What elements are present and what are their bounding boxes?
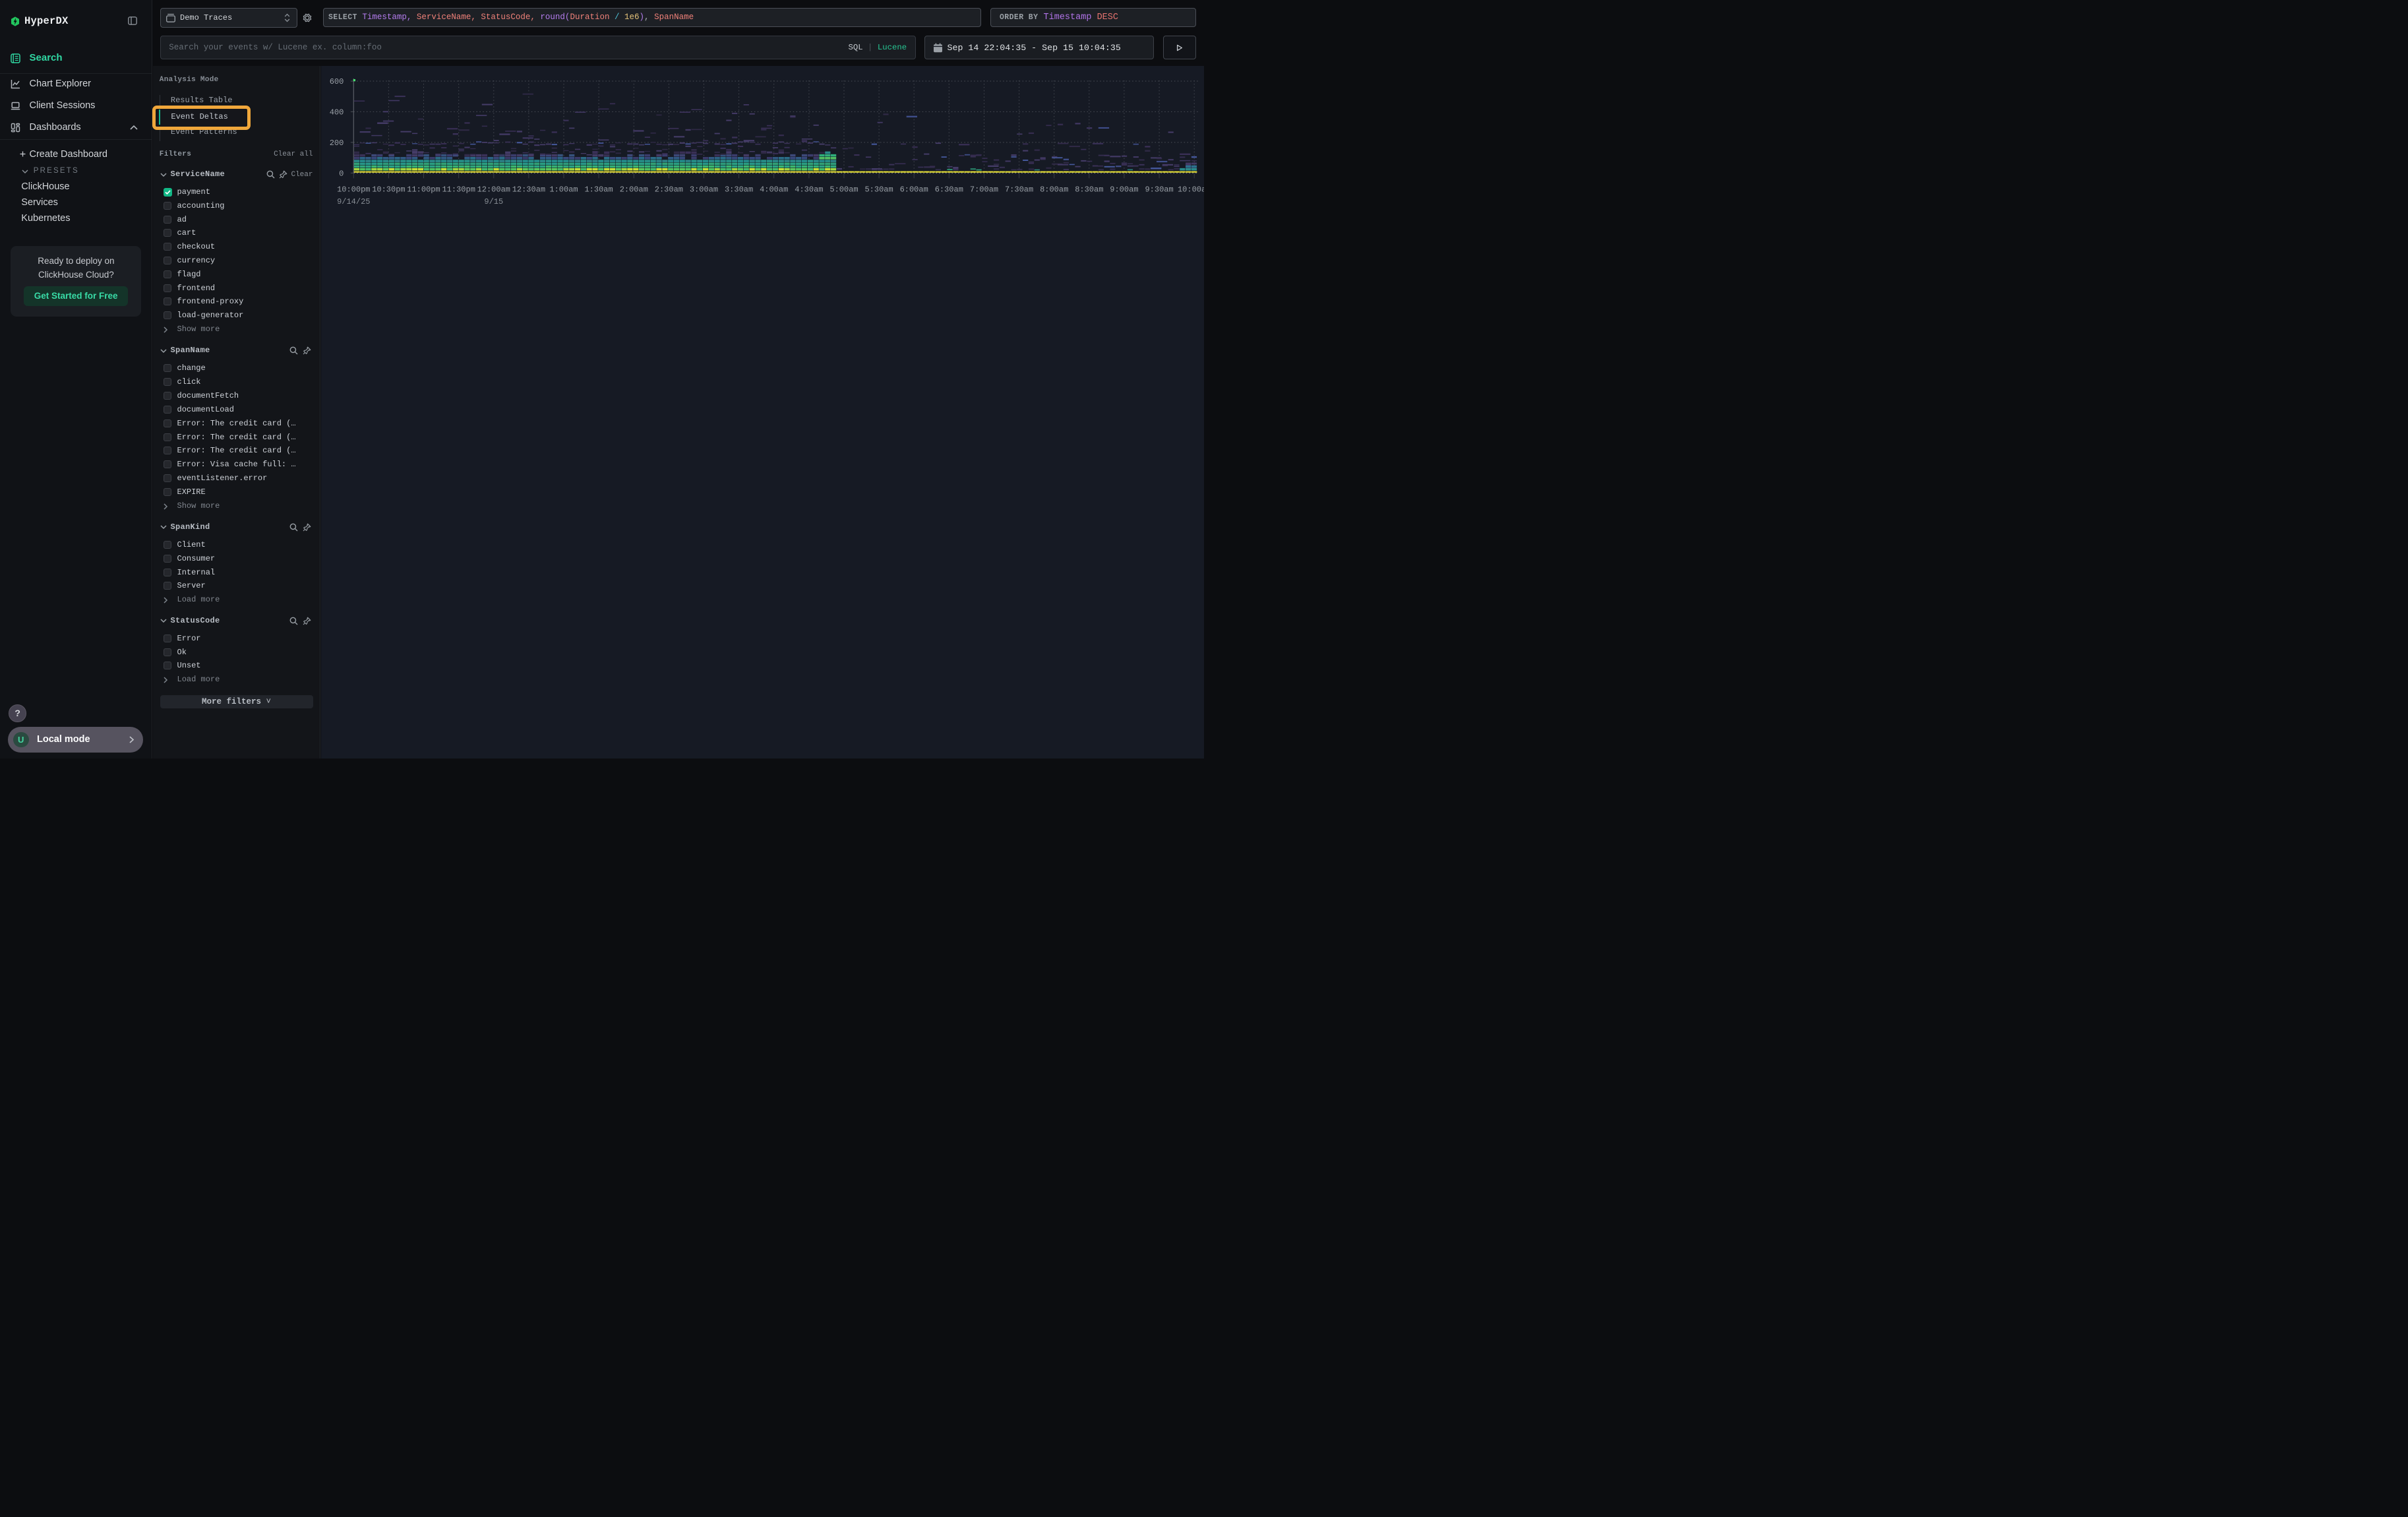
svg-text:6:30am: 6:30am bbox=[935, 185, 963, 195]
svg-text:4:30am: 4:30am bbox=[795, 185, 823, 195]
svg-text:6:00am: 6:00am bbox=[900, 185, 928, 195]
svg-text:10:30pm: 10:30pm bbox=[372, 185, 405, 195]
svg-text:600: 600 bbox=[330, 77, 344, 86]
svg-text:5:30am: 5:30am bbox=[864, 185, 893, 195]
svg-text:8:00am: 8:00am bbox=[1040, 185, 1068, 195]
svg-text:5:00am: 5:00am bbox=[829, 185, 858, 195]
svg-text:10:00pm: 10:00pm bbox=[337, 185, 370, 195]
svg-text:4:00am: 4:00am bbox=[760, 185, 788, 195]
svg-text:400: 400 bbox=[330, 108, 344, 117]
svg-text:12:00am: 12:00am bbox=[477, 185, 510, 195]
svg-text:7:00am: 7:00am bbox=[970, 185, 998, 195]
svg-text:9:30am: 9:30am bbox=[1145, 185, 1173, 195]
svg-text:10:00am: 10:00am bbox=[1178, 185, 1204, 195]
svg-text:11:00pm: 11:00pm bbox=[407, 185, 440, 195]
svg-text:9:00am: 9:00am bbox=[1110, 185, 1138, 195]
svg-text:0: 0 bbox=[339, 170, 344, 179]
svg-text:7:30am: 7:30am bbox=[1005, 185, 1033, 195]
svg-text:8:30am: 8:30am bbox=[1075, 185, 1103, 195]
svg-text:2:00am: 2:00am bbox=[620, 185, 648, 195]
svg-text:2:30am: 2:30am bbox=[655, 185, 683, 195]
svg-text:1:30am: 1:30am bbox=[584, 185, 613, 195]
svg-text:12:30am: 12:30am bbox=[512, 185, 545, 195]
svg-text:200: 200 bbox=[330, 139, 344, 148]
svg-text:9/15: 9/15 bbox=[484, 197, 503, 206]
svg-text:1:00am: 1:00am bbox=[549, 185, 578, 195]
svg-text:11:30pm: 11:30pm bbox=[442, 185, 475, 195]
svg-text:3:00am: 3:00am bbox=[690, 185, 718, 195]
svg-text:9/14/25: 9/14/25 bbox=[337, 197, 370, 206]
svg-text:3:30am: 3:30am bbox=[725, 185, 753, 195]
